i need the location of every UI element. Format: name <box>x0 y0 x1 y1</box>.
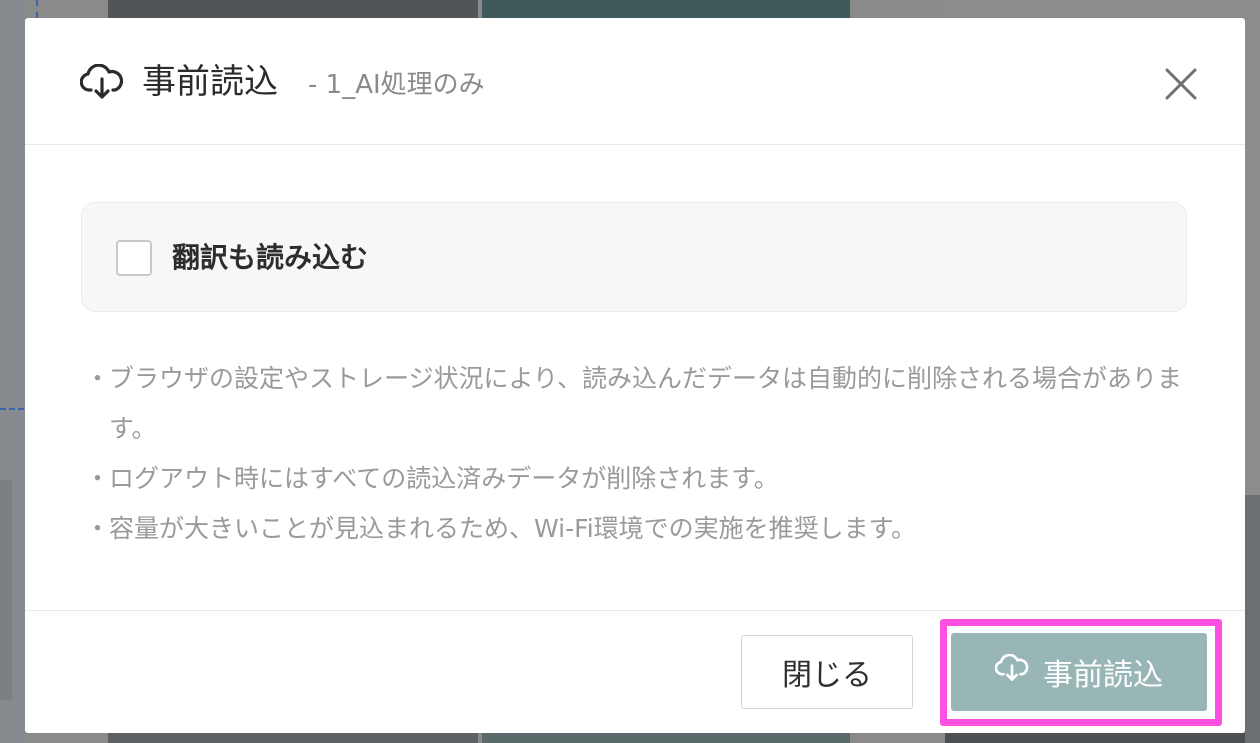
close-icon[interactable] <box>1159 62 1203 106</box>
dialog-subtitle: - 1_AI処理のみ <box>308 70 485 100</box>
note-item: ・ ブラウザの設定やストレージ状況により、読み込んだデータは自動的に削除される場… <box>85 354 1195 454</box>
note-text: ログアウト時にはすべての読込済みデータが削除されます。 <box>109 464 779 493</box>
background-thumbnail <box>108 0 478 18</box>
preload-dialog: 事前読込 - 1_AI処理のみ 翻訳も読み込む ・ ブラウザの設定やストレージ状… <box>25 18 1245 733</box>
note-bullet: ・ <box>85 464 111 493</box>
notes-list: ・ ブラウザの設定やストレージ状況により、読み込んだデータは自動的に削除される場… <box>85 354 1195 554</box>
translation-option-panel: 翻訳も読み込む <box>81 202 1187 312</box>
background-thumbnail <box>945 0 1260 18</box>
note-item: ・ 容量が大きいことが見込まれるため、Wi-Fi環境での実施を推奨します。 <box>85 504 1195 554</box>
close-button[interactable]: 閉じる <box>741 635 913 709</box>
background-thumbnail <box>945 733 1245 743</box>
translation-checkbox-label[interactable]: 翻訳も読み込む <box>172 237 368 279</box>
background-thumbnail <box>482 0 850 18</box>
cloud-download-icon <box>79 63 124 100</box>
dialog-header: 事前読込 - 1_AI処理のみ <box>25 18 1245 145</box>
background-thumbnail <box>1245 495 1260 743</box>
background-dashed-line <box>36 0 38 18</box>
dialog-footer: 閉じる 事前読込 <box>25 610 1245 733</box>
background-panel <box>0 480 12 700</box>
background-thumbnail <box>482 733 850 743</box>
note-item: ・ ログアウト時にはすべての読込済みデータが削除されます。 <box>85 454 1195 504</box>
preload-button-label: 事前読込 <box>1043 658 1163 693</box>
background-thumbnail <box>108 733 478 743</box>
note-bullet: ・ <box>85 364 111 393</box>
cloud-download-icon <box>994 653 1029 690</box>
translation-checkbox[interactable] <box>116 240 152 276</box>
note-text: 容量が大きいことが見込まれるため、Wi-Fi環境での実施を推奨します。 <box>109 514 917 543</box>
close-button-label: 閉じる <box>782 658 872 693</box>
note-bullet: ・ <box>85 514 111 543</box>
background-dashed-line <box>0 408 24 410</box>
preload-button[interactable]: 事前読込 <box>951 633 1207 711</box>
note-text: ブラウザの設定やストレージ状況により、読み込んだデータは自動的に削除される場合が… <box>109 364 1183 443</box>
dialog-title: 事前読込 <box>142 62 278 102</box>
